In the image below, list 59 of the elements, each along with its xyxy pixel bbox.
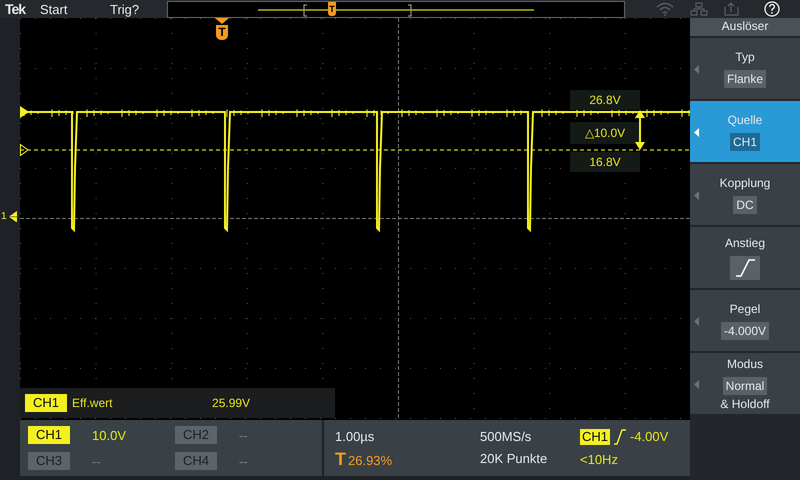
menu-item[interactable]: Quelle CH1 — [690, 101, 800, 162]
horizontal-scale: 1.00µs — [335, 428, 376, 444]
menu-item[interactable]: Kopplung DC — [690, 164, 800, 225]
menu-item-label: Typ — [735, 50, 755, 64]
left-arrow-icon — [694, 191, 699, 200]
position-marker: T — [335, 450, 346, 466]
menu-item-label: Pegel — [730, 302, 760, 316]
menu-item-label: Quelle — [728, 112, 762, 126]
measurement-source: CH1 — [25, 394, 68, 412]
menu-item-value: DC — [733, 196, 757, 214]
menu-item-label: Anstieg — [724, 236, 766, 250]
sample-rate: 500MS/s — [480, 428, 532, 444]
waveform-overview[interactable]: T — [167, 0, 625, 18]
help-icon[interactable] — [764, 1, 780, 17]
menu-item[interactable]: Modus Normal & Holdoff — [690, 353, 800, 414]
rising-slope-icon — [730, 256, 760, 280]
pointer-icon — [214, 18, 230, 24]
channel-panel[interactable]: CH1 10.0V CH2 -- CH3 -- CH4 -- — [20, 420, 322, 476]
trigger-level-icon[interactable] — [20, 106, 29, 118]
menu-item-value: -4.000V — [720, 322, 770, 340]
menu-item-label: Modus — [726, 356, 764, 370]
channel-badge[interactable]: CH1 — [28, 426, 70, 444]
horizontal-panel[interactable]: 1.00µs 500MS/s CH1 -4.00V T26.93% 20K Punkte <10Hz — [324, 420, 690, 476]
measurement-name: Eff.wert — [72, 396, 114, 410]
channel-scale: -- — [92, 454, 101, 468]
left-arrow-icon — [694, 128, 699, 137]
left-arrow-icon — [694, 380, 699, 389]
trigger-frequency: <10Hz — [580, 450, 619, 468]
left-arrow-icon — [694, 317, 699, 326]
menu-item-label: Kopplung — [720, 176, 770, 190]
menu-item-value: Normal — [722, 376, 768, 394]
menu-item[interactable]: Pegel -4.000V — [690, 290, 800, 351]
menu-item[interactable]: Typ Flanke — [690, 38, 800, 99]
brand-logo: Tek — [5, 1, 27, 17]
delta-arrow-icon — [635, 110, 645, 150]
menu-item-value: Flanke — [724, 70, 766, 88]
measurement-value: 25.99V — [212, 396, 250, 410]
horizontal-position: 26.93% — [348, 452, 392, 468]
channel-scale: -- — [239, 428, 248, 442]
menu-item[interactable]: Anstieg — [690, 227, 800, 288]
cursor-marker-icon[interactable] — [20, 144, 29, 156]
trigger-source: CH1 — [580, 428, 610, 444]
channel-scale: -- — [239, 454, 248, 468]
cursor-readout: 26.8V — [570, 90, 640, 110]
cursor-readout: 16.8V — [570, 152, 640, 172]
menu-item-note: & Holdoff — [720, 396, 770, 410]
cursor-delta-readout: △10.0V — [570, 122, 640, 144]
rising-edge-icon — [613, 428, 628, 444]
channel-scale: 10.0V — [92, 428, 126, 442]
menu-title: Auslöser — [690, 16, 800, 36]
channel-marker[interactable]: 1 — [1, 211, 17, 222]
record-length: 20K Punkte — [480, 450, 548, 468]
measurement-badge[interactable]: CH1 Eff.wert 25.99V — [20, 388, 335, 418]
menu-item-value: CH1 — [730, 132, 760, 150]
left-arrow-icon — [694, 65, 699, 74]
trigger-state: Trig? — [110, 2, 140, 16]
trigger-position-marker: T — [328, 2, 336, 16]
trigger-level: -4.00V — [630, 429, 668, 444]
run-state[interactable]: Start — [40, 2, 110, 16]
